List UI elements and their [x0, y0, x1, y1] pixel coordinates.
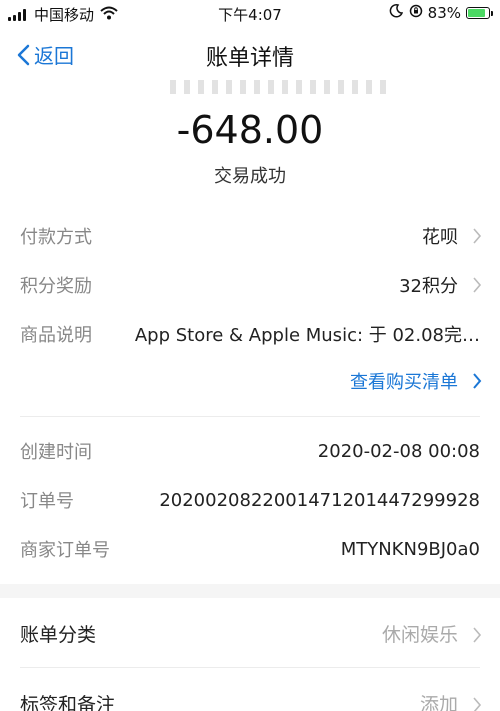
order-label: 商家订单号: [20, 540, 110, 561]
battery-icon: [466, 7, 493, 19]
bottom-label: 标签和备注: [20, 694, 116, 711]
transaction-status: 交易成功: [214, 166, 286, 187]
transaction-header: -648.00 交易成功: [0, 80, 500, 200]
bottom-value: 添加: [419, 694, 458, 711]
order-row-merchant-order-number: 商家订单号 MTYNKN9BJ0a0: [0, 529, 500, 569]
chevron-right-icon: [473, 697, 482, 711]
order-value: 2020-02-08 00:08: [317, 440, 480, 462]
merchant-name-obscured: [170, 80, 390, 94]
navigation-bar: 返回 账单详情: [0, 28, 500, 80]
bill-detail-screen: 中国移动 下午4:07 83% 返回 账单详情 -648.00 交易成功 付款方…: [0, 0, 500, 711]
bottom-label: 账单分类: [20, 624, 97, 646]
detail-card: 付款方式 花呗 积分奖励 32积分 商品说明 App Store & Apple…: [0, 200, 500, 584]
transaction-amount: -648.00: [176, 108, 324, 152]
page-title: 账单详情: [205, 46, 294, 71]
order-value: 2020020822001471201447299928: [159, 489, 480, 511]
detail-value: 花呗: [422, 227, 458, 248]
order-row-created-time: 创建时间 2020-02-08 00:08: [0, 431, 500, 471]
battery-fill: [468, 9, 485, 17]
detail-label: 商品说明: [20, 325, 92, 346]
order-label: 订单号: [20, 491, 74, 512]
order-row-order-number: 订单号 2020020822001471201447299928: [0, 480, 500, 520]
chevron-right-icon: [473, 277, 482, 293]
bill-category-row[interactable]: 账单分类 休闲娱乐: [0, 612, 500, 652]
divider: [20, 667, 480, 668]
order-value: MTYNKN9BJ0a0: [340, 538, 480, 560]
chevron-right-icon: [473, 373, 482, 389]
purchase-list-link[interactable]: 查看购买清单: [350, 368, 458, 394]
bottom-value: 休闲娱乐: [381, 624, 458, 646]
moon-icon: [389, 4, 403, 22]
detail-value: 32积分: [399, 276, 458, 297]
status-right: 83%: [389, 4, 493, 22]
order-label: 创建时间: [20, 442, 92, 463]
status-bar: 中国移动 下午4:07 83%: [0, 0, 500, 28]
purchase-list-link-row[interactable]: 查看购买清单: [0, 361, 500, 401]
tags-notes-row[interactable]: 标签和备注 添加: [0, 682, 500, 711]
category-card: 账单分类 休闲娱乐 标签和备注 添加: [0, 598, 500, 711]
battery-percent: 83%: [427, 4, 461, 22]
chevron-right-icon: [473, 627, 482, 643]
detail-value: App Store & Apple Music: 于 02.08完…: [134, 325, 480, 346]
rotation-lock-icon: [409, 4, 423, 22]
divider: [20, 416, 480, 417]
detail-label: 积分奖励: [20, 276, 92, 297]
chevron-right-icon: [473, 228, 482, 244]
detail-label: 付款方式: [20, 227, 92, 248]
detail-row-payment-method[interactable]: 付款方式 花呗: [0, 216, 500, 256]
detail-row-points-reward[interactable]: 积分奖励 32积分: [0, 265, 500, 305]
detail-row-product-description: 商品说明 App Store & Apple Music: 于 02.08完…: [0, 314, 500, 354]
